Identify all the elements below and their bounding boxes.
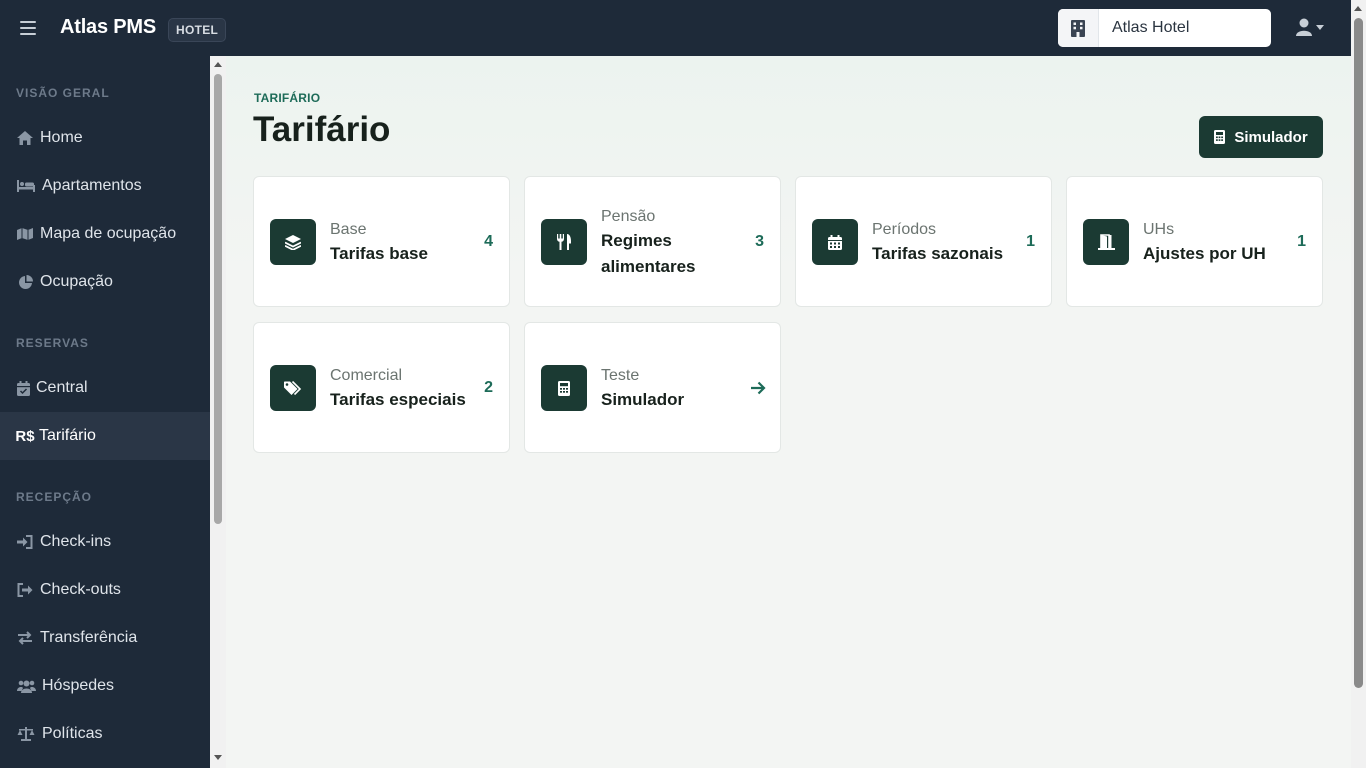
tags-icon [270,365,316,411]
card-title: Tarifas sazonais [872,243,1004,263]
scale-icon [16,725,36,743]
sidebar-item-label: Ocupação [40,273,113,290]
page-title: Tarifário [253,110,391,149]
users-icon [16,677,36,695]
section-title-reservas: RESERVAS [16,336,89,350]
map-icon [16,225,34,243]
sidebar-item-apartamentos[interactable]: Apartamentos [0,162,210,210]
card-tarifas-base[interactable]: Base Tarifas base 4 [253,176,510,307]
sidebar-item-label: Mapa de ocupação [40,225,177,242]
home-icon [16,129,34,147]
hamburger-menu-icon[interactable] [20,21,36,35]
sidebar-item-central[interactable]: Central [0,364,210,412]
section-title-visao-geral: VISÃO GERAL [16,86,110,100]
card-count: 4 [484,233,493,250]
user-icon [1296,18,1312,36]
sidebar-item-label: Check-ins [40,533,112,550]
sidebar-item-check-outs[interactable]: Check-outs [0,566,210,614]
building-icon [1058,9,1099,47]
scroll-up-arrow-icon[interactable] [1354,6,1362,11]
sidebar-item-transferencia[interactable]: Transferência [0,614,210,662]
card-tarifas-sazonais[interactable]: Períodos Tarifas sazonais 1 [795,176,1052,307]
utensils-icon [541,219,587,265]
card-subtitle: UHs [1143,220,1175,238]
brand-badge: HOTEL [168,18,227,42]
sidebar: VISÃO GERAL Home Apartamentos Mapa de oc… [0,56,210,768]
breadcrumb: TARIFÁRIO [254,91,321,105]
top-navbar: Atlas PMS HOTEL Atlas Hotel [0,0,1366,56]
exchange-icon [16,629,34,647]
layers-icon [270,219,316,265]
sidebar-scrollbar[interactable] [210,56,226,768]
bed-icon [16,177,36,195]
arrow-right-icon [750,381,766,400]
calendar-check-icon [16,379,30,397]
calendar-icon [812,219,858,265]
sidebar-item-politicas[interactable]: Políticas [0,710,210,758]
card-title: Tarifas base [330,243,428,263]
simulator-button[interactable]: Simulador [1199,116,1323,158]
card-count: 2 [484,379,493,396]
card-count: 3 [755,233,764,250]
card-simulador[interactable]: Teste Simulador [524,322,781,453]
sign-in-icon [16,533,34,551]
card-count: 1 [1297,233,1306,250]
sidebar-item-ocupacao[interactable]: Ocupação [0,258,210,306]
card-title: Tarifas especiais [330,389,466,409]
section-title-recepcao: RECEPÇÃO [16,490,93,504]
chevron-down-icon [1316,24,1324,30]
sidebar-scroll-thumb[interactable] [214,74,222,524]
sidebar-item-label: Tarifário [39,427,96,444]
card-title: Simulador [601,389,685,409]
hotel-selector[interactable]: Atlas Hotel [1058,9,1271,47]
card-ajustes-por-uh[interactable]: UHs Ajustes por UH 1 [1066,176,1323,307]
sidebar-item-label: Apartamentos [42,177,142,194]
card-regimes-alimentares[interactable]: Pensão Regimes alimentares 3 [524,176,781,307]
card-subtitle: Pensão [601,207,656,225]
scroll-down-arrow-icon[interactable] [214,755,222,760]
card-subtitle: Períodos [872,220,937,238]
hotel-name: Atlas Hotel [1112,19,1190,36]
sidebar-item-check-ins[interactable]: Check-ins [0,518,210,566]
card-title: Regimes alimentares [601,230,696,276]
page-scrollbar[interactable] [1351,0,1366,768]
card-count: 1 [1026,233,1035,250]
card-subtitle: Comercial [330,366,403,384]
user-menu[interactable] [1296,18,1324,36]
sign-out-icon [16,581,34,599]
main-content: TARIFÁRIO Tarifário Simulador Base Tarif… [226,56,1351,768]
currency-real-icon: R$ [15,427,35,445]
sidebar-item-label: Home [40,129,83,146]
scroll-up-arrow-icon[interactable] [214,62,222,67]
sidebar-item-label: Check-outs [40,581,121,598]
brand-name[interactable]: Atlas PMS [60,16,156,39]
pie-chart-icon [16,273,34,291]
simulator-button-label: Simulador [1234,128,1308,146]
sidebar-item-label: Central [36,379,88,396]
card-subtitle: Teste [601,366,640,384]
sidebar-item-label: Políticas [42,725,103,742]
door-open-icon [1083,219,1129,265]
sidebar-item-tarifario[interactable]: R$ Tarifário [0,412,210,460]
page-scroll-thumb[interactable] [1354,18,1363,688]
sidebar-item-hospedes[interactable]: Hóspedes [0,662,210,710]
sidebar-item-label: Transferência [40,629,138,646]
sidebar-item-label: Hóspedes [42,677,115,694]
calculator-icon [541,365,587,411]
calculator-icon [1214,130,1226,144]
sidebar-item-mapa-de-ocupacao[interactable]: Mapa de ocupação [0,210,210,258]
sidebar-item-home[interactable]: Home [0,114,210,162]
card-title: Ajustes por UH [1143,243,1266,263]
card-tarifas-especiais[interactable]: Comercial Tarifas especiais 2 [253,322,510,453]
card-subtitle: Base [330,220,367,238]
